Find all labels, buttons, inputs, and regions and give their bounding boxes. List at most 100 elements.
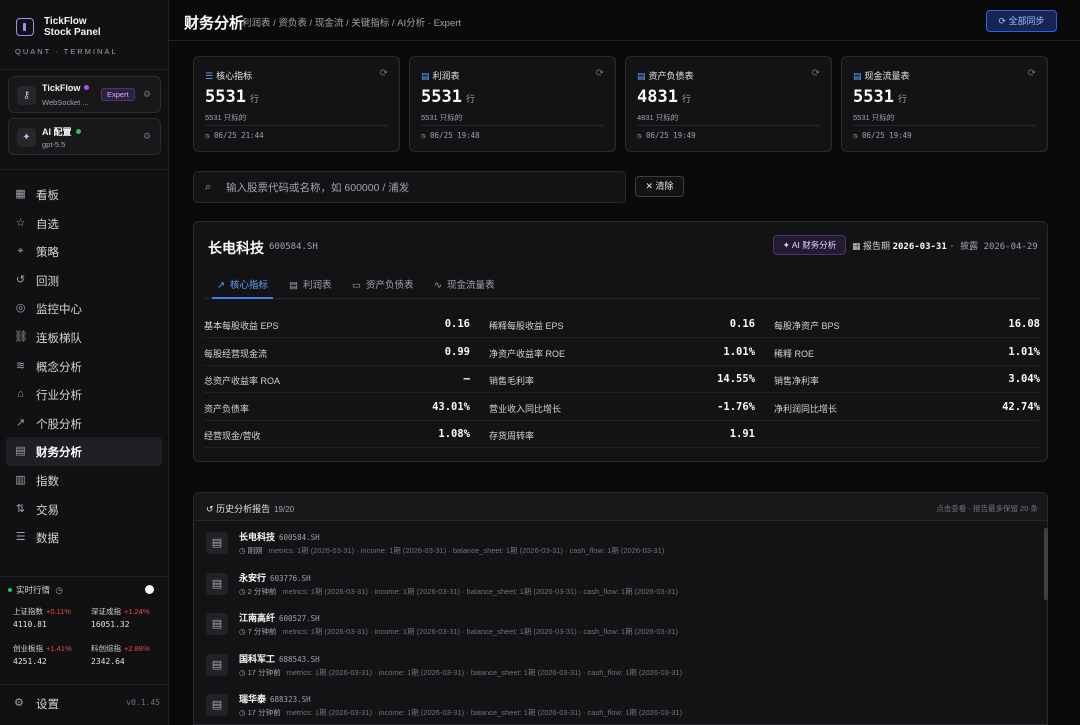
sidebar-item-2[interactable]: ⌖ 策略: [6, 237, 162, 266]
search-input[interactable]: [226, 179, 616, 196]
history-meta: ◷ 17 分钟前 metrics: 1期 (2026-03-31) · incom…: [239, 707, 682, 718]
history-row[interactable]: ▤ 瑞华泰 688323.SH ◷ 17 分钟前 metrics: 1期 (2026-0…: [194, 685, 1047, 724]
report-file-icon: ▤: [206, 613, 228, 635]
card-subtext: 5531 只标的: [421, 113, 463, 122]
stat-card: ▤ 现金流量表 ⟳ 5531 行 5531 只标的 ◷ 06/25 19:49: [841, 56, 1048, 152]
file-icon: ▤: [637, 71, 646, 81]
clock-icon: ◷: [637, 131, 642, 140]
sidebar-item-7[interactable]: ⌂ 行业分析: [6, 380, 162, 409]
ai-analysis-button[interactable]: ✦ AI 财务分析: [773, 235, 846, 255]
page-title: 财务分析: [184, 15, 245, 32]
card-title: ▤ 利润表: [421, 69, 460, 82]
refresh-icon[interactable]: ⟳: [812, 68, 820, 79]
history-count: 19/20: [274, 505, 295, 514]
sidebar: TickFlow Stock Panel QUANT · TERMINAL ⚷ T…: [0, 0, 169, 725]
stock-search[interactable]: ⌕: [193, 171, 626, 203]
history-row[interactable]: ▤ 长电科技 600584.SH ◷ 刚刚 metrics: 1期 (2026-03-3…: [194, 523, 1047, 563]
sidebar-item-1[interactable]: ☆ 自选: [6, 209, 162, 238]
metric-cell: 净利润同比增长 42.74%: [774, 394, 1040, 421]
connection-status: gpt-5.5: [42, 140, 66, 149]
sidebar-item-11[interactable]: ⇅ 交易: [6, 495, 162, 524]
tab-3[interactable]: ∿ 现金流量表: [429, 273, 499, 299]
index-name: 创业板指: [13, 644, 43, 653]
history-stock-name: 瑞华泰: [239, 694, 267, 704]
history-stock-code: 688543.SH: [279, 654, 320, 664]
scrollbar[interactable]: [1044, 528, 1048, 600]
report-file-icon: ▤: [206, 572, 228, 595]
metric-value: 3.04%: [1008, 373, 1040, 386]
history-row[interactable]: ▤ 永安行 603776.SH ◷ 2 分钟前 metrics: 1期 (2026-03…: [194, 564, 1047, 604]
disclosure-date: · 披露 2026-04-29: [949, 242, 1038, 252]
refresh-icon[interactable]: ⟳: [1028, 68, 1036, 79]
history-row[interactable]: ▤ 江南高纤 600527.SH ◷ 7 分钟前 metrics: 1期 (2026-0…: [194, 604, 1047, 644]
card-value-number: 5531: [421, 87, 462, 107]
sidebar-item-8[interactable]: ↗ 个股分析: [6, 409, 162, 438]
sidebar-item-10[interactable]: ▥ 指数: [6, 466, 162, 495]
clock-icon: ◷: [421, 131, 426, 140]
status-dot-icon: [75, 129, 81, 134]
card-unit: 行: [897, 95, 907, 105]
metric-value: 0.99: [444, 345, 470, 358]
index-change: +1.24%: [124, 607, 150, 616]
index-name: 上证指数: [13, 607, 43, 616]
star-icon: ☆: [15, 216, 26, 229]
layers-icon: ≋: [15, 359, 26, 372]
brand-subtitle: QUANT · TERMINAL: [15, 47, 118, 56]
sidebar-item-12[interactable]: ☰ 数据: [6, 523, 162, 552]
tab-0[interactable]: ↗ 核心指标: [212, 273, 273, 299]
gear-icon[interactable]: ⚙: [143, 131, 151, 142]
metric-value: 1.01%: [1008, 345, 1040, 358]
tab-label: 现金流量表: [446, 280, 495, 291]
tickflow-connection[interactable]: ⚷ TickFlow WebSocket ... Expert ⚙: [8, 76, 161, 113]
refresh-icon[interactable]: ⟳: [380, 68, 388, 79]
gear-icon[interactable]: ⚙: [143, 89, 151, 100]
history-stock: 江南高纤 600527.SH: [239, 611, 320, 624]
statement-tabs: ↗ 核心指标 ▤ 利润表 ▭ 资产负债表 ∿ 现金流量表: [204, 273, 1039, 299]
index-value: 4110.81: [13, 620, 47, 629]
index-value: 2342.64: [91, 657, 125, 666]
sidebar-item-6[interactable]: ≋ 概念分析: [6, 352, 162, 381]
sidebar-item-4[interactable]: ◎ 监控中心: [6, 294, 162, 323]
index-quote: 上证指数 +0.11% 4110.81: [13, 606, 83, 629]
metric-value: —: [463, 373, 470, 386]
refresh-icon[interactable]: ⟳: [596, 68, 604, 79]
tab-1[interactable]: ▤ 利润表: [284, 273, 337, 299]
history-row[interactable]: ▤ 国科军工 688543.SH ◷ 17 分钟前 metrics: 1期 (2026-…: [194, 645, 1047, 685]
sidebar-item-9[interactable]: ▤ 财务分析: [6, 437, 162, 466]
sidebar-item-label: 监控中心: [36, 304, 82, 317]
settings-label: 设置: [36, 699, 59, 711]
history-time: 刚刚: [247, 546, 263, 555]
main-nav: ▦ 看板 ☆ 自选 ⌖ 策略 ↺ 回测 ◎ 监控中心 ⛓ 连板梯队 ≋ 概念分析 ⌂ 行业分析 ↗ 个股分析 ▤ 财务…: [6, 180, 162, 552]
metric-label: 基本每股收益 EPS: [204, 321, 279, 331]
index-quote: 创业板指 +1.41% 4251.42: [13, 643, 83, 666]
metric-cell: 基本每股收益 EPS 0.16: [204, 311, 470, 338]
card-value: 5531 行: [421, 87, 475, 107]
card-time-text: 06/25 19:49: [862, 131, 912, 140]
sidebar-item-3[interactable]: ↺ 回测: [6, 266, 162, 295]
metric-value: 14.55%: [717, 373, 755, 386]
sidebar-item-label: 数据: [36, 533, 59, 546]
sidebar-item-0[interactable]: ▦ 看板: [6, 180, 162, 209]
sync-all-button[interactable]: ⟳ 全部同步: [986, 10, 1057, 32]
sidebar-item-label: 看板: [36, 190, 59, 202]
connection-name: AI 配置: [42, 125, 81, 138]
metric-value: -1.76%: [717, 400, 755, 413]
history-icon: ↺: [206, 504, 214, 514]
bank-icon: ⌂: [17, 388, 24, 401]
metric-label: 销售毛利率: [489, 376, 535, 387]
sidebar-item-5[interactable]: ⛓ 连板梯队: [6, 323, 162, 352]
clear-button[interactable]: ✕ 清除: [635, 176, 684, 197]
gear-icon: ⚙: [14, 697, 24, 709]
sparkle-icon: ✦: [17, 128, 36, 147]
card-subtext: 5531 只标的: [853, 113, 895, 122]
ai-config-connection[interactable]: ✦ AI 配置 gpt-5.5 ⚙: [8, 118, 161, 155]
metric-label: 营业收入同比增长: [489, 403, 562, 414]
settings-item[interactable]: ⚙ 设置 v0.1.45: [14, 696, 160, 712]
metric-row: 资产负债率 43.01% 营业收入同比增长 -1.76% 净利润同比增长 42.74%: [204, 394, 1040, 421]
realtime-toggle[interactable]: [138, 585, 155, 594]
stock-name: 长电科技: [208, 240, 264, 256]
history-detail: metrics: 1期 (2026-03-31) · income: 1期 (2…: [282, 627, 679, 636]
index-quote: 深证成指 +1.24% 16051.32: [91, 606, 161, 629]
tab-2[interactable]: ▭ 资产负债表: [347, 273, 419, 299]
history-stock-code: 600584.SH: [279, 533, 320, 542]
